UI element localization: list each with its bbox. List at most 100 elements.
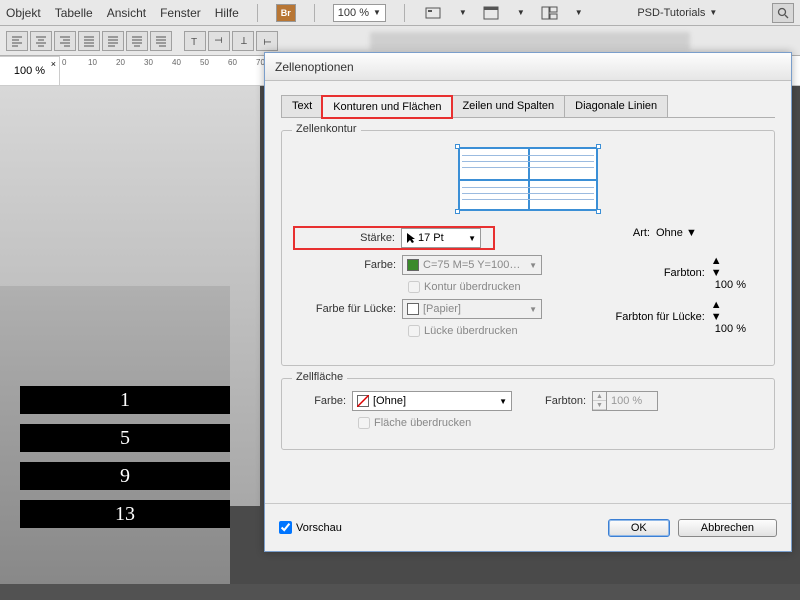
overprint-fill-checkbox[interactable]: Fläche überdrucken (358, 417, 471, 429)
chevron-down-icon: ▼ (529, 261, 537, 270)
menu-ansicht[interactable]: Ansicht (107, 6, 146, 20)
zoom-value: 100 % (338, 7, 369, 19)
overprint-stroke-label: Kontur überdrucken (424, 281, 521, 293)
chevron-down-icon[interactable]: ▼ (517, 8, 525, 17)
justify-center-icon[interactable] (126, 31, 148, 51)
spin-up-icon[interactable]: ▲ (593, 392, 606, 401)
menu-hilfe[interactable]: Hilfe (215, 6, 239, 20)
tab-text[interactable]: Text (281, 95, 323, 117)
spin-up-icon[interactable]: ▲ (711, 299, 746, 311)
cell-border-proxy[interactable] (458, 147, 598, 211)
fill-color-label: Farbe: (296, 395, 352, 407)
close-icon[interactable]: × (51, 59, 56, 69)
gap-tint-label: Farbton für Lücke: (601, 311, 711, 323)
overprint-gap-label: Lücke überdrucken (424, 325, 518, 337)
align-left-icon[interactable] (6, 31, 28, 51)
cell-fill-group: Zellfläche Farbe: [Ohne] ▼ Farbton: ▲▼ 1… (281, 378, 775, 450)
stroke-weight-value: 17 Pt (418, 232, 444, 244)
rotate-90-icon[interactable]: T (208, 31, 230, 51)
ruler-tick: 10 (88, 58, 97, 67)
ruler-tick: 0 (62, 58, 66, 67)
ok-button[interactable]: OK (608, 519, 670, 537)
dialog-tabs: Text Konturen und Flächen Zeilen und Spa… (281, 95, 775, 118)
justify-right-icon[interactable] (150, 31, 172, 51)
divider (404, 4, 405, 22)
bottom-scrollbar[interactable] (0, 584, 800, 600)
table-row[interactable]: 13 (20, 500, 230, 528)
fill-color-combo[interactable]: [Ohne] ▼ (352, 391, 512, 411)
bridge-icon[interactable]: Br (276, 4, 296, 22)
tab-diagonal[interactable]: Diagonale Linien (564, 95, 668, 117)
chevron-down-icon[interactable]: ▼ (575, 8, 583, 17)
zoom-dropdown[interactable]: 100 % ▼ (333, 4, 386, 22)
cancel-button[interactable]: Abbrechen (678, 519, 777, 537)
tab-strokes-fills[interactable]: Konturen und Flächen (322, 96, 452, 118)
search-icon[interactable] (772, 3, 794, 23)
table-row[interactable]: 9 (20, 462, 230, 490)
align-center-icon[interactable] (30, 31, 52, 51)
stroke-color-combo[interactable]: C=75 M=5 Y=100… ▼ (402, 255, 542, 275)
overprint-stroke-checkbox[interactable]: Kontur überdrucken (408, 281, 521, 293)
checkbox-input[interactable] (279, 521, 292, 534)
stroke-type-label: Art: (616, 227, 656, 239)
svg-text:T: T (241, 34, 247, 45)
menu-tabelle[interactable]: Tabelle (55, 6, 93, 20)
cursor-icon (406, 232, 416, 244)
zoom-tab-label: 100 % (14, 65, 45, 77)
fill-tint-spin[interactable]: ▲▼ 100 % (592, 391, 658, 411)
preview-label: Vorschau (296, 522, 342, 534)
checkbox-input[interactable] (408, 325, 420, 337)
arrange-icon[interactable] (539, 4, 561, 22)
chevron-down-icon: ▼ (709, 8, 717, 17)
ruler-tick: 60 (228, 58, 237, 67)
gap-color-label: Farbe für Lücke: (296, 303, 402, 315)
menu-objekt[interactable]: Objekt (6, 6, 41, 20)
rotate-180-icon[interactable]: T (232, 31, 254, 51)
document-canvas[interactable]: 1 5 9 13 (0, 86, 260, 506)
view-options-icon[interactable] (423, 4, 445, 22)
justify-all-icon[interactable] (102, 31, 124, 51)
svg-text:T: T (191, 37, 197, 48)
group-legend: Zellfläche (292, 371, 347, 383)
gap-tint-spin[interactable]: ▲▼ 100 % (711, 299, 746, 335)
chevron-down-icon: ▼ (499, 397, 507, 406)
spin-down-icon[interactable]: ▼ (711, 267, 746, 279)
chevron-down-icon: ▼ (529, 305, 537, 314)
fill-tint-value: 100 % (607, 395, 642, 407)
fill-color-row: Farbe: [Ohne] ▼ Farbton: ▲▼ 100 % (296, 391, 760, 411)
document-tab[interactable]: 100 % × (0, 56, 60, 85)
cell-stroke-group: Zellenkontur (281, 130, 775, 366)
tab-rows-columns[interactable]: Zeilen und Spalten (451, 95, 565, 117)
spin-up-icon[interactable]: ▲ (711, 255, 746, 267)
cell-options-dialog: Zellenoptionen Text Konturen und Flächen… (264, 52, 792, 552)
stroke-weight-combo[interactable]: 17 Pt ▼ (401, 228, 481, 248)
dialog-title: Zellenoptionen (265, 53, 791, 81)
gap-color-combo[interactable]: [Papier] ▼ (402, 299, 542, 319)
chevron-down-icon[interactable]: ▼ (459, 8, 467, 17)
divider (257, 4, 258, 22)
stroke-type-value: Ohne (656, 227, 683, 239)
gap-color-value: [Papier] (423, 303, 461, 315)
table-row[interactable]: 5 (20, 424, 230, 452)
spin-down-icon[interactable]: ▼ (593, 401, 606, 410)
stroke-tint-spin[interactable]: ▲▼ 100 % (711, 255, 746, 291)
screen-mode-icon[interactable] (481, 4, 503, 22)
checkbox-input[interactable] (358, 417, 370, 429)
gap-tint-value: 100 % (711, 323, 746, 335)
tutorials-dropdown[interactable]: PSD-Tutorials ▼ (637, 7, 717, 19)
justify-icon[interactable] (78, 31, 100, 51)
divider (314, 4, 315, 22)
checkbox-input[interactable] (408, 281, 420, 293)
rotate-270-icon[interactable]: T (256, 31, 278, 51)
table-row[interactable]: 1 (20, 386, 230, 414)
spin-down-icon[interactable]: ▼ (711, 311, 746, 323)
overprint-gap-checkbox[interactable]: Lücke überdrucken (408, 325, 518, 337)
svg-text:T: T (212, 37, 223, 43)
swatch-icon (407, 303, 419, 315)
menu-fenster[interactable]: Fenster (160, 6, 201, 20)
stroke-type-combo[interactable]: Ohne ▼ (656, 227, 746, 239)
align-right-icon[interactable] (54, 31, 76, 51)
ruler-tick: 50 (200, 58, 209, 67)
rotate-0-icon[interactable]: T (184, 31, 206, 51)
preview-checkbox[interactable]: Vorschau (279, 521, 342, 534)
